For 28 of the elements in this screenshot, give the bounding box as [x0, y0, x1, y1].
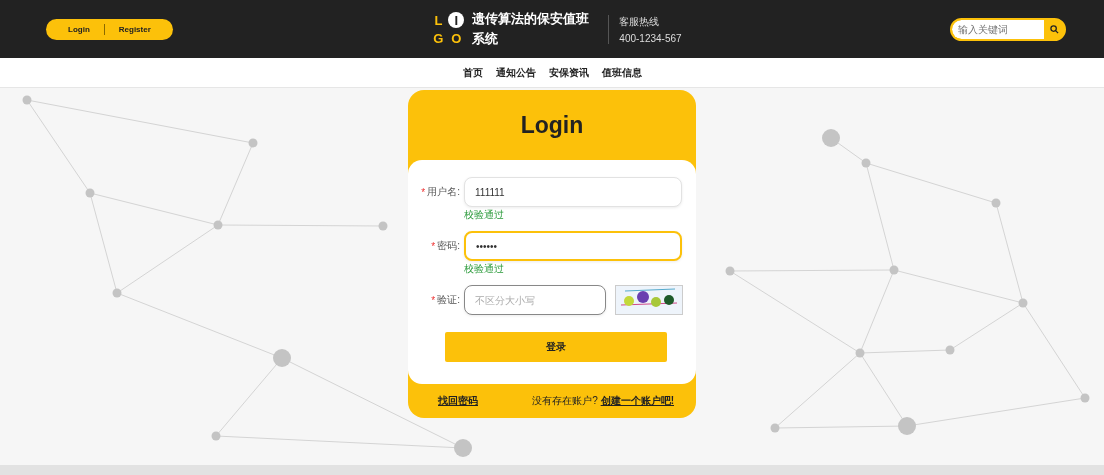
submit-button[interactable]: 登录 — [445, 332, 667, 362]
login-button[interactable]: Login — [54, 23, 104, 35]
hotline-number: 400-1234-567 — [619, 32, 682, 44]
hotline-label: 客服热线 — [619, 14, 661, 29]
required-mark: * — [431, 240, 436, 252]
signup-prompt: 没有存在账户? — [532, 395, 599, 406]
nav-link[interactable]: 通知公告 — [495, 65, 536, 80]
nav-link[interactable]: 首页 — [462, 65, 483, 80]
signup-link[interactable]: 创建一个账户吧! — [600, 395, 674, 406]
card-title: Login — [519, 110, 585, 140]
field-label: 验证: — [437, 293, 460, 307]
logo: L I G O — [430, 12, 465, 46]
forgot-password-link[interactable]: 找回密码 — [438, 394, 478, 408]
search-field[interactable]: 输入关键词 — [952, 19, 1044, 39]
required-mark: * — [421, 186, 426, 198]
validation-message: 校验通过 — [464, 262, 505, 276]
password-field[interactable]: •••••• — [464, 231, 682, 261]
nav-link[interactable]: 安保资讯 — [548, 65, 589, 80]
register-button[interactable]: Register — [103, 23, 165, 35]
field-label: 用户名: — [427, 185, 460, 199]
validation-message: 校验通过 — [464, 208, 505, 222]
nav-link[interactable]: 值班信息 — [601, 65, 642, 80]
search-icon — [1049, 24, 1059, 34]
site-title: 遗传算法的保安值班系统 — [472, 10, 591, 48]
field-label: 密码: — [437, 239, 460, 253]
captcha-field[interactable]: 不区分大小写 — [464, 285, 606, 315]
required-mark: * — [431, 294, 436, 306]
username-field[interactable]: 111111 — [464, 177, 682, 207]
